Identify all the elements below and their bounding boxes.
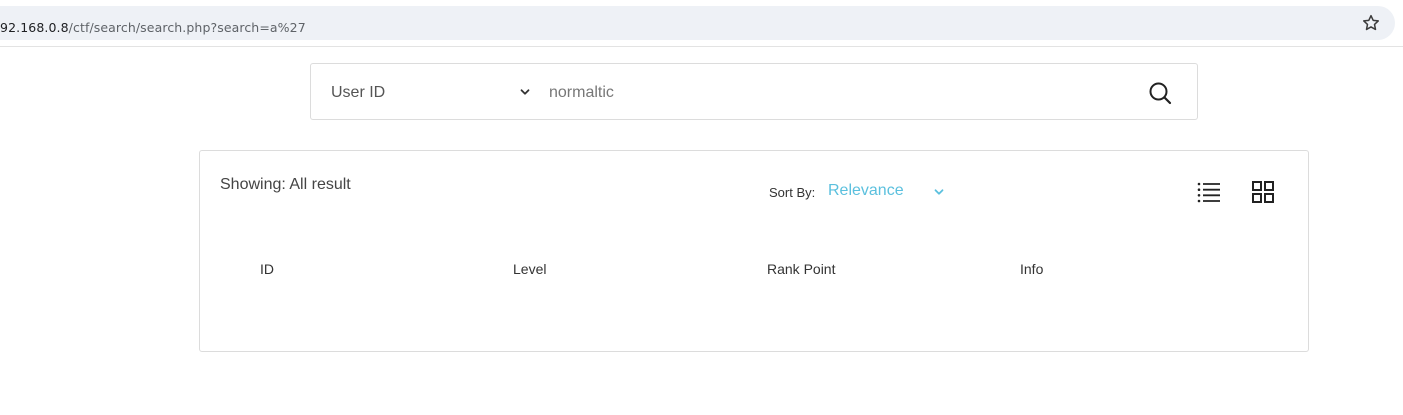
column-header-rank-point: Rank Point (767, 261, 836, 277)
column-header-info: Info (1020, 261, 1044, 277)
chevron-down-icon (934, 189, 944, 195)
list-view-icon[interactable] (1197, 181, 1221, 203)
url-path: /ctf/search/search.php?search=a%27 (68, 20, 306, 35)
search-bar: User ID (310, 63, 1198, 120)
search-field-selected: User ID (331, 83, 386, 101)
search-icon[interactable] (1147, 80, 1173, 106)
search-field-select[interactable]: User ID (331, 64, 531, 121)
results-panel: Showing: All result Sort By: Relevance I… (199, 150, 1309, 352)
browser-toolbar: 192.168.0.8/ctf/search/search.php?search… (0, 0, 1403, 47)
url-host: 192.168.0.8 (0, 20, 69, 35)
search-input[interactable] (549, 78, 1129, 108)
column-header-level: Level (513, 261, 547, 277)
star-icon[interactable] (1361, 13, 1381, 33)
address-bar-url[interactable]: 192.168.0.8/ctf/search/search.php?search… (0, 20, 306, 35)
column-header-id: ID (260, 261, 274, 277)
sort-selected-value: Relevance (828, 182, 904, 199)
sort-select[interactable]: Relevance (828, 182, 948, 204)
sort-by-label: Sort By: (769, 185, 816, 200)
chevron-down-icon (520, 89, 530, 95)
grid-view-icon[interactable] (1252, 181, 1274, 203)
address-bar[interactable]: 192.168.0.8/ctf/search/search.php?search… (0, 6, 1395, 40)
results-count-text: Showing: All result (220, 176, 351, 193)
